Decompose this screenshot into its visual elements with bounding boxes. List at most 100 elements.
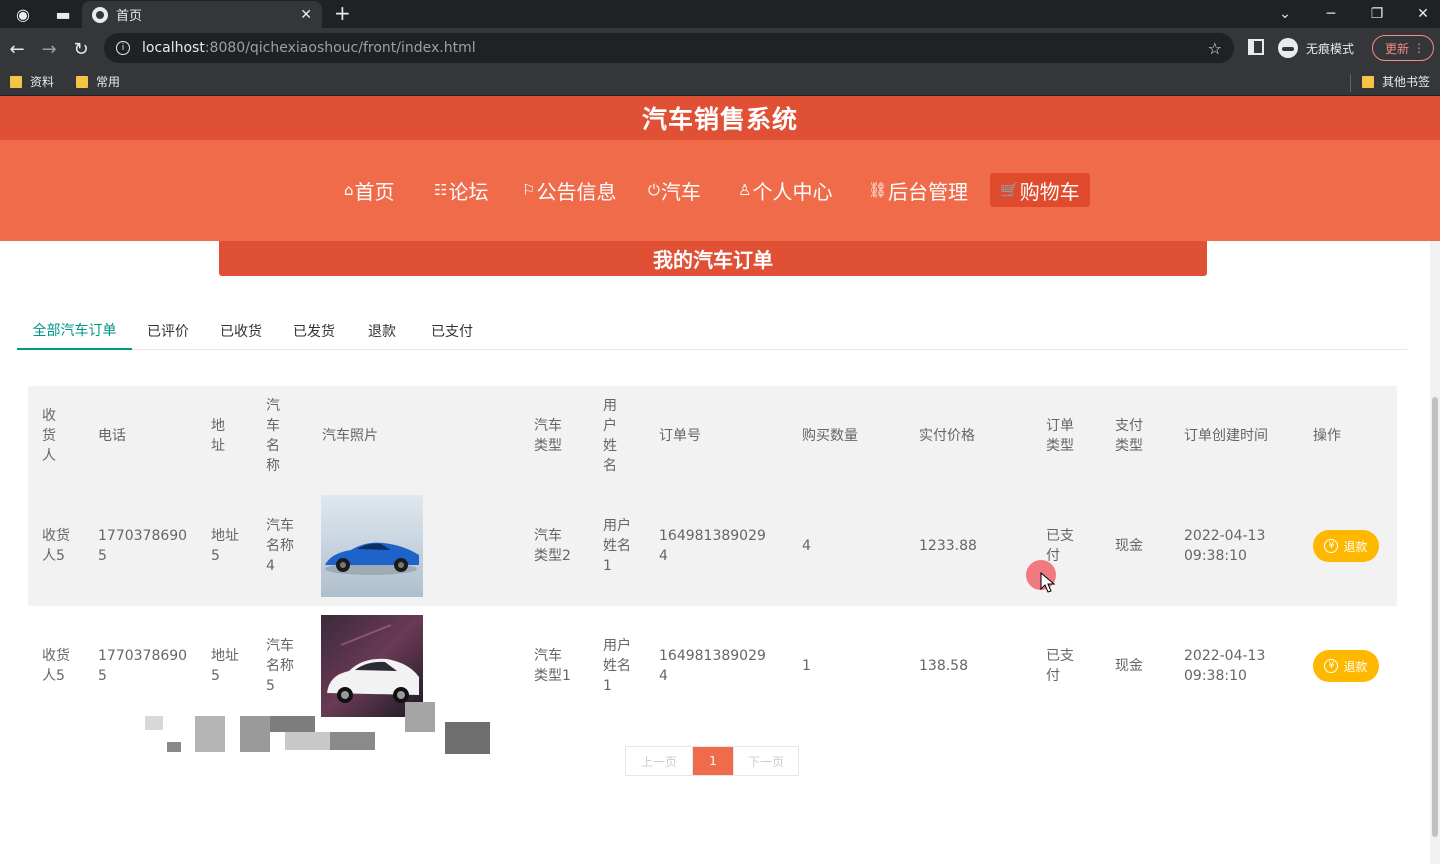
restore-icon[interactable]: ❐ xyxy=(1354,0,1400,28)
order-tabs: 全部汽车订单 已评价 已收货 已发货 退款 已支付 xyxy=(17,312,1407,350)
col-action: 操作 xyxy=(1313,428,1341,444)
back-arrow-icon[interactable]: ← xyxy=(4,36,30,62)
nav-label: 公告信息 xyxy=(536,179,617,204)
col-phone: 电话 xyxy=(98,428,126,444)
flag-icon: ⚐ xyxy=(522,181,536,199)
page-scrollbar[interactable] xyxy=(1430,241,1440,864)
folder-icon xyxy=(10,75,22,88)
bookmark-folder-资料[interactable]: 资料 xyxy=(10,73,54,90)
table-row: 收货人5 17703786905 地址5 汽车名称4 汽车类型2 用户姓名1 1… xyxy=(28,486,1397,606)
update-button[interactable]: 更新 ⋮ xyxy=(1372,35,1434,61)
browser-toolbar: ← → ↻ i localhost :8080/qichexiaoshouc/f… xyxy=(0,28,1440,68)
mouse-cursor-icon xyxy=(1040,572,1056,593)
cell-pay-type: 现金 xyxy=(1115,658,1143,674)
tab-reviewed[interactable]: 已评价 xyxy=(147,312,189,350)
home-icon: ⌂ xyxy=(344,181,354,199)
nav-label: 购物车 xyxy=(1019,179,1080,204)
tab-search-icon[interactable]: ▬ xyxy=(48,0,78,28)
col-car-photo: 汽车照片 xyxy=(322,428,378,444)
cell-car-name: 汽车名称4 xyxy=(266,518,294,574)
nav-label: 论坛 xyxy=(448,179,489,204)
folder-icon xyxy=(76,75,88,88)
other-bookmarks-folder[interactable]: 其他书签 xyxy=(1362,73,1430,90)
cell-price: 138.58 xyxy=(919,658,968,674)
cell-created: 2022-04-13 09:38:10 xyxy=(1184,528,1266,564)
cell-created: 2022-04-13 09:38:10 xyxy=(1184,648,1266,684)
cell-address: 地址5 xyxy=(211,528,239,564)
nav-label: 汽车 xyxy=(660,179,701,204)
folder-icon xyxy=(1362,75,1374,88)
bookmark-folder-常用[interactable]: 常用 xyxy=(76,73,120,90)
orders-banner: 我的汽车订单 xyxy=(219,241,1207,276)
bookmark-star-icon[interactable]: ☆ xyxy=(1208,39,1222,58)
browser-tab[interactable]: 首页 ✕ xyxy=(82,1,322,28)
bookmark-label: 资料 xyxy=(30,75,55,89)
nav-notice[interactable]: ⚐ 公告信息 xyxy=(522,173,616,207)
site-info-icon[interactable]: i xyxy=(116,41,130,55)
browser-tab-strip: ◉ ▬ 首页 ✕ + ⌄ ─ ❐ ✕ xyxy=(0,0,1440,28)
nav-cart[interactable]: 🛒 购物车 xyxy=(990,173,1090,207)
tab-shipped[interactable]: 已发货 xyxy=(293,312,335,350)
tab-list-chevron-icon[interactable]: ⌄ xyxy=(1262,0,1308,28)
nav-label: 首页 xyxy=(354,179,395,204)
forward-arrow-icon[interactable]: → xyxy=(36,36,62,62)
current-page[interactable]: 1 xyxy=(693,747,733,775)
address-bar[interactable]: i localhost :8080/qichexiaoshouc/front/i… xyxy=(104,33,1234,63)
power-icon: ⏻ xyxy=(648,181,660,199)
cell-price: 1233.88 xyxy=(919,538,977,554)
pixelated-overlay xyxy=(145,702,490,754)
cell-order-no: 1649813890294 xyxy=(659,648,766,684)
page-content: 汽车销售系统 ⌂ 首页 ☷ 论坛 ⚐ 公告信息 ⏻ 汽车 ♙ 个人中心 ⛓ 后台… xyxy=(0,96,1440,864)
minimize-icon[interactable]: ─ xyxy=(1308,0,1354,28)
cell-quantity: 4 xyxy=(802,538,811,554)
nav-home[interactable]: ⌂ 首页 xyxy=(344,173,395,207)
yen-icon: ¥ xyxy=(1324,539,1339,553)
tab-paid[interactable]: 已支付 xyxy=(431,312,473,350)
col-address: 地址 xyxy=(211,418,225,454)
reload-icon[interactable]: ↻ xyxy=(68,36,94,62)
col-pay-type: 支付类型 xyxy=(1115,418,1143,454)
cell-car-type: 汽车类型2 xyxy=(534,528,571,564)
col-order-no: 订单号 xyxy=(659,428,701,444)
browser-globe-icon[interactable]: ◉ xyxy=(8,0,38,28)
nav-forum[interactable]: ☷ 论坛 xyxy=(434,173,488,207)
prev-page-button[interactable]: 上一页 xyxy=(626,747,693,775)
cell-user-name: 用户姓名1 xyxy=(603,638,631,694)
cell-quantity: 1 xyxy=(802,658,811,674)
tab-close-icon[interactable]: ✕ xyxy=(300,7,312,23)
refund-button[interactable]: ¥ 退款 xyxy=(1313,650,1379,682)
new-tab-button[interactable]: + xyxy=(334,0,351,28)
nav-profile[interactable]: ♙ 个人中心 xyxy=(738,173,832,207)
tab-refund[interactable]: 退款 xyxy=(368,312,396,350)
col-quantity: 购买数量 xyxy=(802,428,858,444)
table-header-row: 收货人 电话 地址 汽车名称 汽车照片 汽车类型 用户姓名 订单号 购买数量 实… xyxy=(28,386,1397,486)
col-receiver: 收货人 xyxy=(42,408,56,464)
cell-phone: 17703786905 xyxy=(98,528,188,564)
tab-received[interactable]: 已收货 xyxy=(220,312,262,350)
refund-button[interactable]: ¥ 退款 xyxy=(1313,530,1379,562)
col-car-name: 汽车名称 xyxy=(266,398,280,474)
nav-car[interactable]: ⏻ 汽车 xyxy=(648,173,701,207)
incognito-indicator[interactable]: 无痕模式 xyxy=(1278,36,1354,60)
update-label: 更新 xyxy=(1385,41,1410,56)
cell-car-type: 汽车类型1 xyxy=(534,648,571,684)
other-bookmarks-label: 其他书签 xyxy=(1382,75,1431,89)
nav-label: 后台管理 xyxy=(888,179,969,204)
site-title: 汽车销售系统 xyxy=(641,105,798,134)
url-path: :8080/qichexiaoshouc/front/index.html xyxy=(204,40,476,56)
cell-receiver: 收货人5 xyxy=(42,528,70,564)
menu-dots-icon: ⋮ xyxy=(1413,41,1425,55)
next-page-button[interactable]: 下一页 xyxy=(733,747,798,775)
pagination: 上一页 1 下一页 xyxy=(625,746,799,776)
tab-all-orders[interactable]: 全部汽车订单 xyxy=(17,312,132,350)
scrollbar-thumb[interactable] xyxy=(1432,397,1438,837)
side-panel-icon[interactable] xyxy=(1248,39,1264,55)
car-photo-blue-sports-car[interactable] xyxy=(321,495,423,597)
col-order-type: 订单类型 xyxy=(1046,418,1074,454)
site-header: 汽车销售系统 xyxy=(0,96,1440,140)
nav-admin[interactable]: ⛓ 后台管理 xyxy=(868,173,968,207)
refund-label: 退款 xyxy=(1343,539,1368,554)
col-user-name: 用户姓名 xyxy=(603,398,617,474)
window-close-icon[interactable]: ✕ xyxy=(1400,0,1440,28)
col-price: 实付价格 xyxy=(919,428,975,444)
